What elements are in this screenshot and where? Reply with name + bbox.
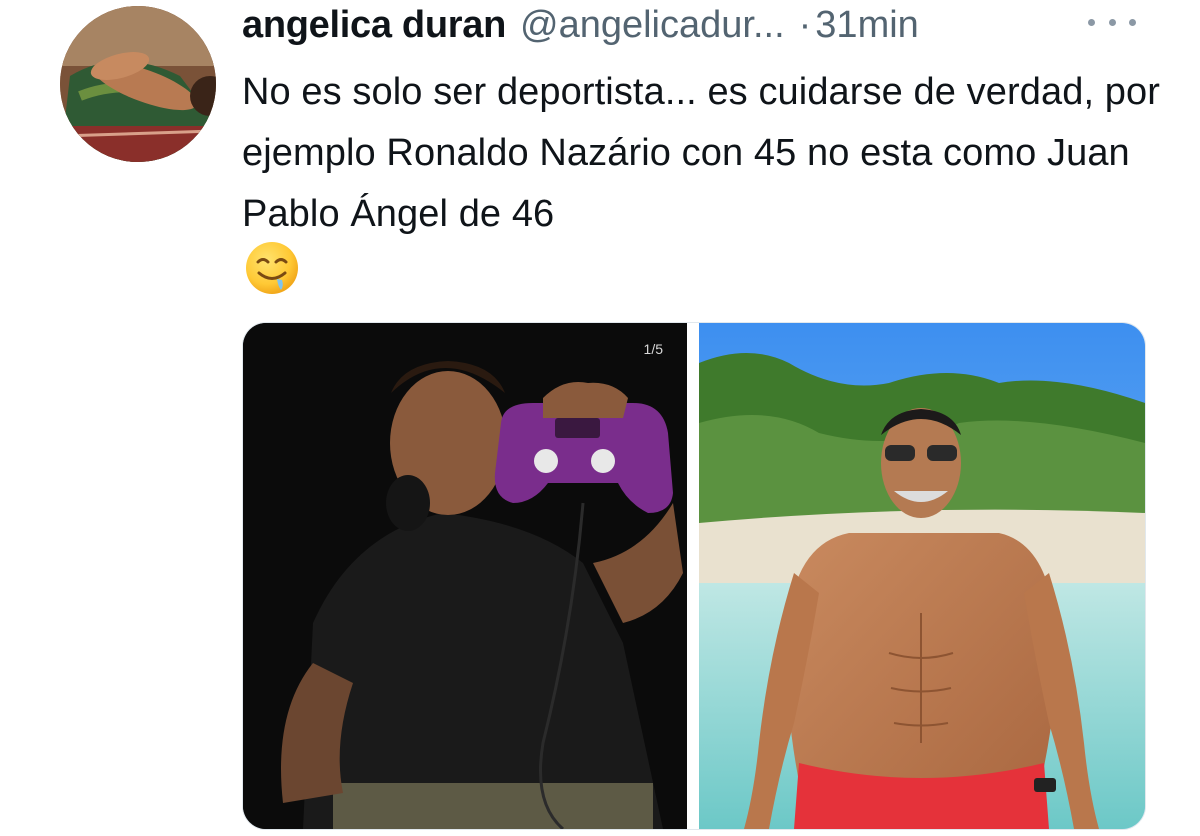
tweet[interactable]: angelica duran @angelicadur... · 31min N… bbox=[0, 0, 1200, 836]
more-dot bbox=[1108, 18, 1116, 26]
header-separator: · bbox=[798, 4, 812, 46]
author-handle[interactable]: @angelicadur... bbox=[520, 0, 785, 50]
more-dot bbox=[1129, 18, 1136, 26]
photo-juan-pablo-angel[interactable] bbox=[699, 323, 1145, 829]
image-counter: 1/5 bbox=[643, 341, 663, 357]
drooling-face-emoji bbox=[244, 240, 300, 296]
more-dot bbox=[1088, 18, 1095, 26]
tweet-header: angelica duran @angelicadur... · 31min bbox=[242, 0, 919, 56]
author-name[interactable]: angelica duran bbox=[242, 0, 506, 50]
photo-image bbox=[243, 323, 687, 829]
tweet-text: No es solo ser deportista... es cuidarse… bbox=[242, 71, 1160, 235]
more-options-icon[interactable] bbox=[1088, 8, 1136, 36]
author-avatar[interactable] bbox=[60, 6, 216, 162]
media-grid: 1/5 bbox=[242, 322, 1146, 830]
avatar-photo bbox=[60, 6, 216, 162]
photo-ronaldo[interactable]: 1/5 bbox=[243, 323, 687, 829]
photo-image bbox=[699, 323, 1145, 829]
tweet-timestamp[interactable]: 31min bbox=[815, 0, 919, 50]
